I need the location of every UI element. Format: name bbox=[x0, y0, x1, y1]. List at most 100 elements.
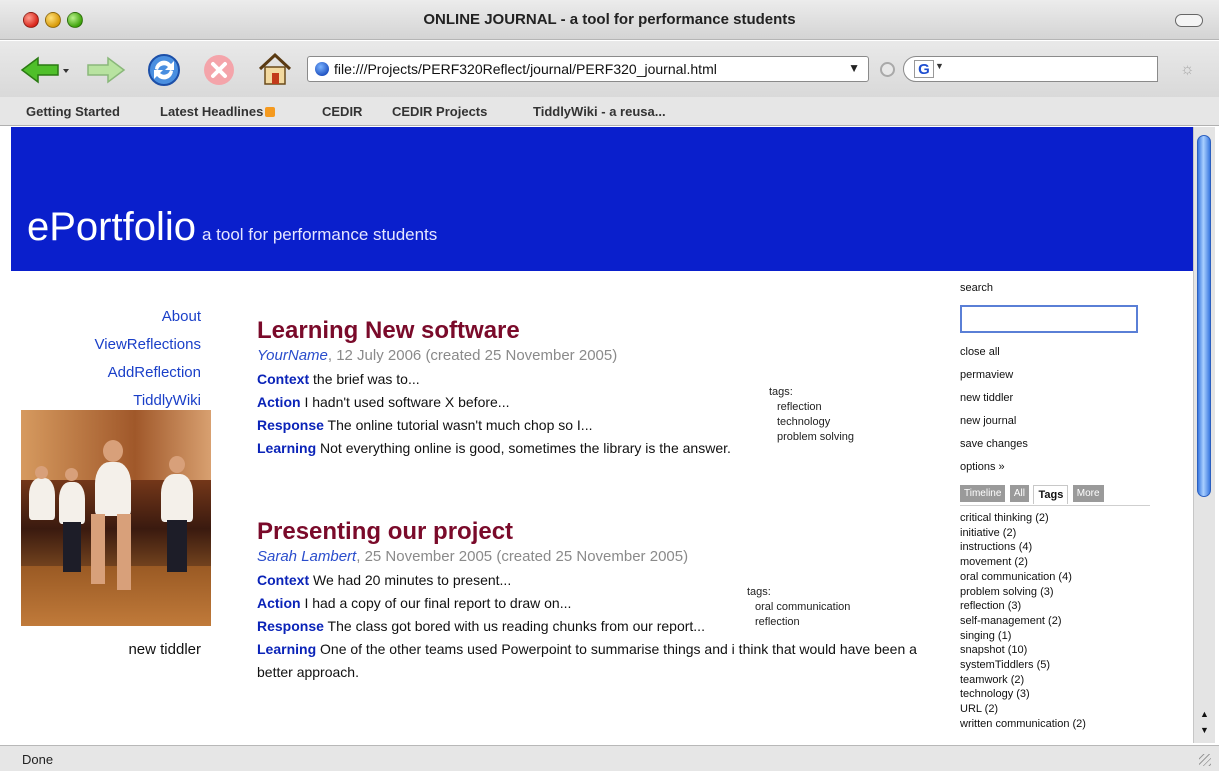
tab-timeline[interactable]: Timeline bbox=[960, 485, 1006, 502]
tag-link[interactable]: technology bbox=[769, 415, 854, 430]
dancer-legs bbox=[167, 520, 187, 572]
reflection-label: Context bbox=[257, 371, 310, 387]
tag-list-item[interactable]: movement (2) bbox=[960, 555, 1150, 570]
save-changes-button[interactable]: save changes bbox=[960, 433, 1150, 456]
dancer-figure bbox=[161, 474, 193, 522]
new-journal-button[interactable]: new journal bbox=[960, 410, 1150, 433]
tiddler-subtitle: YourName, 12 July 2006 (created 25 Novem… bbox=[257, 347, 937, 364]
menu-link-about[interactable]: About bbox=[11, 303, 201, 331]
tab-all[interactable]: All bbox=[1009, 485, 1029, 502]
reflection-text: We had 20 minutes to present... bbox=[309, 572, 512, 588]
reflection-label: Learning bbox=[257, 641, 317, 657]
scroll-up-arrow-icon[interactable]: ▲ bbox=[1200, 709, 1209, 719]
tag-list-item[interactable]: critical thinking (2) bbox=[960, 511, 1150, 526]
tag-link[interactable]: reflection bbox=[769, 400, 854, 415]
reflection-line: Response The online tutorial wasn't much… bbox=[257, 414, 737, 437]
tiddler-author[interactable]: YourName bbox=[257, 347, 328, 364]
tag-list-item[interactable]: problem solving (3) bbox=[960, 585, 1150, 600]
tiddler-learning-new-software: Learning New software YourName, 12 July … bbox=[257, 317, 937, 460]
vertical-scrollbar[interactable]: ▲ ▼ bbox=[1193, 127, 1215, 743]
reflection-line: Response The class got bored with us rea… bbox=[257, 615, 727, 638]
sidebar: search close all permaview new tiddler n… bbox=[960, 277, 1150, 732]
photo-floor bbox=[21, 566, 211, 626]
tags-label: tags: bbox=[769, 386, 793, 398]
search-engine-dropdown-icon[interactable]: ▼ bbox=[935, 61, 944, 71]
url-bar[interactable]: file:///Projects/PERF320Reflect/journal/… bbox=[307, 56, 869, 82]
toolbar-toggle-button[interactable] bbox=[1175, 14, 1203, 27]
tiddler-presenting-our-project: Presenting our project Sarah Lambert, 25… bbox=[257, 518, 937, 684]
dancer-head bbox=[65, 468, 78, 481]
rss-feed-icon bbox=[265, 107, 276, 117]
status-text: Done bbox=[22, 752, 54, 767]
bookmark-latest-headlines[interactable]: Latest Headlines bbox=[160, 104, 276, 119]
tag-list-item[interactable]: snapshot (10) bbox=[960, 643, 1150, 658]
scroll-down-arrow-icon[interactable]: ▼ bbox=[1200, 725, 1209, 735]
navigation-toolbar: file:///Projects/PERF320Reflect/journal/… bbox=[0, 41, 1219, 97]
reflection-line: Learning Not everything online is good, … bbox=[257, 437, 737, 460]
reflection-label: Context bbox=[257, 572, 310, 588]
search-input[interactable] bbox=[960, 305, 1138, 333]
tiddler-date: , 12 July 2006 (created 25 November 2005… bbox=[327, 347, 618, 364]
tiddler-author[interactable]: Sarah Lambert bbox=[257, 548, 356, 565]
tiddler-title[interactable]: Presenting our project bbox=[257, 518, 937, 546]
home-icon[interactable] bbox=[256, 50, 294, 88]
tag-list-item[interactable]: oral communication (4) bbox=[960, 570, 1150, 585]
bookmark-cedir[interactable]: CEDIR bbox=[322, 104, 362, 119]
stop-icon[interactable] bbox=[202, 53, 236, 87]
tag-list-item[interactable]: technology (3) bbox=[960, 687, 1150, 702]
tag-link[interactable]: reflection bbox=[747, 615, 850, 630]
menu-link-add-reflection[interactable]: AddReflection bbox=[11, 359, 201, 387]
bookmark-tiddlywiki[interactable]: TiddlyWiki - a reusa... bbox=[533, 104, 666, 119]
dancers-photo bbox=[21, 410, 211, 626]
search-engine-badge[interactable]: G bbox=[914, 60, 934, 78]
tag-list: critical thinking (2) initiative (2) ins… bbox=[960, 505, 1150, 732]
resize-grip-icon[interactable] bbox=[1199, 754, 1211, 766]
forward-arrow-icon[interactable] bbox=[86, 55, 126, 85]
reload-icon[interactable] bbox=[146, 52, 182, 88]
dancer-head bbox=[103, 440, 123, 462]
tiddler-tags: tags: oral communication reflection bbox=[747, 585, 850, 630]
reflection-label: Response bbox=[257, 618, 324, 634]
tag-list-item[interactable]: reflection (3) bbox=[960, 599, 1150, 614]
tiddler-date: , 25 November 2005 (created 25 November … bbox=[356, 548, 689, 565]
scrollbar-thumb[interactable] bbox=[1197, 135, 1211, 497]
status-bar: Done bbox=[0, 745, 1219, 771]
permaview-button[interactable]: permaview bbox=[960, 364, 1150, 387]
tag-list-item[interactable]: teamwork (2) bbox=[960, 673, 1150, 688]
bookmark-cedir-projects[interactable]: CEDIR Projects bbox=[392, 104, 487, 119]
reflection-text: Not everything online is good, sometimes… bbox=[316, 440, 731, 456]
tag-list-item[interactable]: instructions (4) bbox=[960, 540, 1150, 555]
dancer-figure bbox=[29, 478, 55, 520]
tag-list-item[interactable]: singing (1) bbox=[960, 629, 1150, 644]
reflection-line: Context the brief was to... bbox=[257, 368, 737, 391]
tag-list-item[interactable]: initiative (2) bbox=[960, 526, 1150, 541]
site-globe-icon bbox=[315, 62, 329, 76]
go-icon[interactable] bbox=[880, 62, 895, 77]
dancer-head bbox=[169, 456, 185, 473]
bookmark-getting-started[interactable]: Getting Started bbox=[26, 104, 120, 119]
tiddler-tags: tags: reflection technology problem solv… bbox=[769, 385, 854, 445]
tag-list-item[interactable]: systemTiddlers (5) bbox=[960, 658, 1150, 673]
tiddler-body: Context the brief was to... Action I had… bbox=[257, 368, 737, 460]
web-search-field[interactable]: G ▼ bbox=[903, 56, 1158, 82]
tag-link[interactable]: oral communication bbox=[747, 600, 850, 615]
back-arrow-icon[interactable] bbox=[20, 55, 70, 85]
reflection-label: Action bbox=[257, 394, 301, 410]
new-tiddler-button[interactable]: new tiddler bbox=[960, 387, 1150, 410]
throbber-icon: ☼ bbox=[1180, 61, 1195, 78]
tag-list-item[interactable]: URL (2) bbox=[960, 702, 1150, 717]
tag-list-item[interactable]: written communication (2) bbox=[960, 717, 1150, 732]
tab-more[interactable]: More bbox=[1072, 485, 1104, 502]
new-tiddler-link[interactable]: new tiddler bbox=[11, 641, 201, 658]
url-history-dropdown-icon[interactable]: ▼ bbox=[848, 61, 860, 75]
tag-list-item[interactable]: self-management (2) bbox=[960, 614, 1150, 629]
tag-link[interactable]: problem solving bbox=[769, 430, 854, 445]
tiddler-title[interactable]: Learning New software bbox=[257, 317, 937, 345]
menu-link-view-reflections[interactable]: ViewReflections bbox=[11, 331, 201, 359]
tab-tags[interactable]: Tags bbox=[1033, 485, 1069, 504]
options-button[interactable]: options » bbox=[960, 456, 1150, 479]
close-all-button[interactable]: close all bbox=[960, 341, 1150, 364]
reflection-text: The class got bored with us reading chun… bbox=[323, 618, 705, 634]
reflection-text: The online tutorial wasn't much chop so … bbox=[323, 417, 593, 433]
dancer-legs bbox=[63, 522, 81, 572]
